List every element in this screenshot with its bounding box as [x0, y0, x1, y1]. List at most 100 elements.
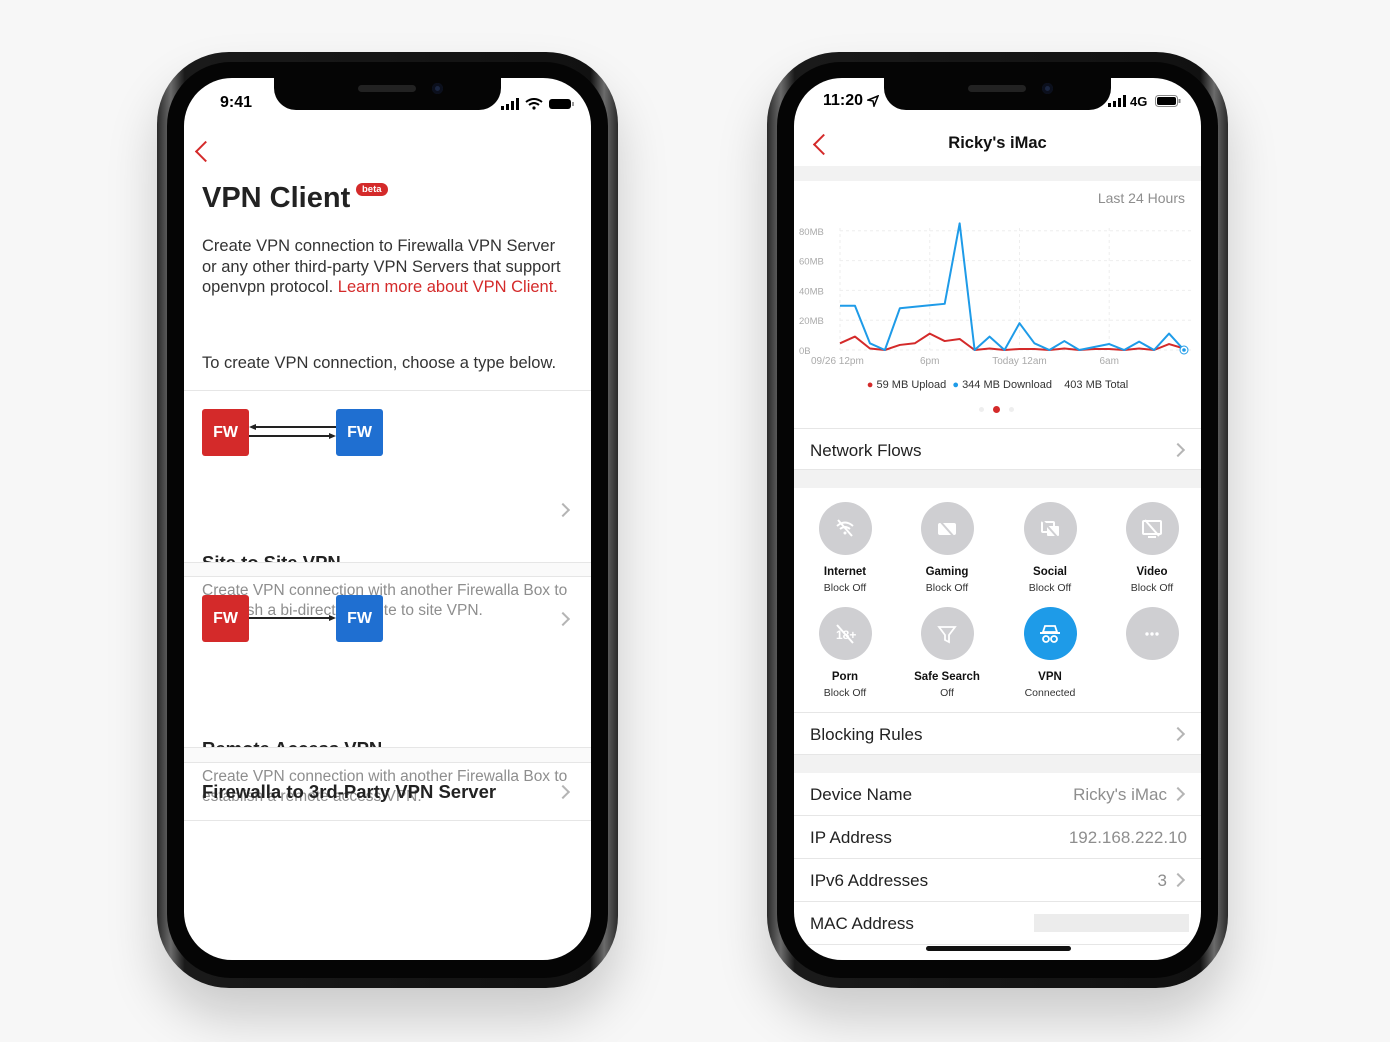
tile-status: Block Off: [823, 582, 867, 594]
y-tick-label: 20MB: [799, 316, 824, 327]
download-dot-icon: ●: [952, 379, 959, 391]
tile-icon: [1023, 502, 1077, 555]
status-icons: [501, 98, 574, 110]
upload-dot-icon: ●: [866, 379, 874, 391]
chevron-right-icon: [555, 784, 571, 800]
right-phone-frame: 11:20 4G Ricky's iMac Last 24 Hours 0B 20…: [767, 52, 1228, 988]
tile-icon: [818, 502, 872, 555]
tile-video[interactable]: Video Block Off: [1102, 502, 1201, 594]
description: Create VPN connection to Firewalla VPN S…: [202, 236, 572, 298]
chevron-right-icon: [1170, 786, 1186, 802]
tile-title: Gaming: [925, 566, 969, 578]
tile-icon: [920, 607, 974, 660]
y-tick-label: 60MB: [799, 257, 824, 268]
tile-status: Block Off: [925, 582, 969, 594]
row-value: Ricky's iMac: [1073, 785, 1167, 804]
series-line-download: [840, 222, 1185, 351]
gaming-off-icon: [938, 518, 956, 539]
blocking-rules-row[interactable]: Blocking Rules: [794, 712, 1201, 755]
tile-internet[interactable]: Internet Block Off: [795, 502, 895, 594]
tile-title: Safe Search: [914, 671, 980, 683]
row-label: Blocking Rules: [810, 725, 923, 744]
current-point-dot: [1182, 348, 1186, 352]
fw-box-red: FW: [202, 409, 249, 456]
tile-status: Block Off: [1130, 582, 1174, 594]
tile-status: Off: [940, 687, 954, 699]
row-label: IP Address: [810, 828, 892, 847]
row-label: IPv6 Addresses: [810, 871, 929, 890]
mac-address-row: MAC Address: [794, 902, 1201, 945]
tile-title: Video: [1136, 566, 1168, 578]
chart-legend: ● 59 MB Upload ● 344 MB Download 403 MB …: [794, 379, 1201, 391]
tile-icon: 18+: [818, 607, 872, 660]
y-tick-label: 80MB: [799, 227, 824, 238]
chevron-right-icon: [555, 611, 571, 627]
chevron-right-icon: [555, 502, 571, 518]
status-time: 11:20: [823, 92, 864, 109]
y-tick-label: 0B: [799, 346, 811, 357]
back-button[interactable]: [194, 140, 217, 163]
bidirectional-arrow-icon: [249, 424, 336, 439]
status-time: 9:41: [220, 94, 253, 111]
tile-title: VPN: [1038, 671, 1062, 683]
row-label: Device Name: [810, 785, 913, 804]
battery-icon: [1155, 95, 1181, 107]
tile-icon: [920, 502, 974, 555]
page-title: Ricky's iMac: [948, 134, 1047, 152]
x-tick-label: Today 12am: [992, 356, 1046, 367]
fw-box-red: FW: [202, 595, 249, 642]
site-to-site-option[interactable]: FW FW Site to Site VPN Create VPN connec…: [184, 391, 591, 619]
ipv6-row[interactable]: IPv6 Addresses 3: [794, 859, 1201, 902]
internet-off-icon: [836, 518, 854, 537]
porn-off-icon: 18+: [836, 623, 856, 644]
notch: [884, 78, 1111, 110]
tile-status: Connected: [1024, 687, 1076, 699]
fw-box-blue: FW: [336, 595, 383, 642]
left-phone-frame: 9:41 VPN Client beta Create VPN connecti…: [157, 52, 618, 988]
tile-gaming[interactable]: Gaming Block Off: [897, 502, 997, 594]
device-screen: 11:20 4G Ricky's iMac Last 24 Hours 0B 20…: [794, 78, 1201, 960]
fw-box-blue: FW: [336, 409, 383, 456]
learn-more-link[interactable]: Learn more about VPN Client.: [338, 278, 558, 296]
tile-title: Porn: [831, 671, 859, 683]
third-party-option[interactable]: Firewalla to 3rd-Party VPN Server: [184, 763, 591, 821]
chevron-right-icon: [1170, 726, 1186, 742]
row-label: Network Flows: [810, 441, 922, 460]
row-value: 3: [1157, 871, 1167, 890]
x-tick-label: 09/26 12pm: [811, 356, 864, 367]
remote-access-option[interactable]: FW FW Remote Access VPN Create VPN conne…: [184, 577, 591, 805]
tile-vpn[interactable]: VPN Connected: [1000, 607, 1100, 699]
home-indicator[interactable]: [926, 946, 1071, 951]
tile-icon: [1023, 607, 1077, 660]
arrow-right-icon: [249, 615, 336, 621]
page-title: VPN Client: [202, 182, 351, 214]
notch: [274, 78, 501, 110]
more-icon: [1145, 631, 1159, 636]
signal-icon: [1108, 95, 1126, 107]
y-tick-label: 40MB: [799, 286, 824, 297]
mac-redacted: [1034, 914, 1189, 932]
location-arrow-icon: [867, 95, 879, 107]
ip-address-row: IP Address 192.168.222.10: [794, 816, 1201, 859]
row-value: 192.168.222.10: [1068, 828, 1187, 847]
chevron-right-icon: [1170, 872, 1186, 888]
legend-upload: 59 MB Upload: [876, 379, 947, 391]
traffic-chart[interactable]: 0B 20MB 40MB 60MB 80MB 09/26 12pm 6pm Today 12a…: [794, 218, 1201, 378]
social-off-icon: [1041, 518, 1059, 539]
tile-social[interactable]: Social Block Off: [1000, 502, 1100, 594]
tile-status: Block Off: [823, 687, 867, 699]
tile-porn[interactable]: 18+ Porn Block Off: [795, 607, 895, 699]
video-off-icon: [1142, 518, 1162, 538]
option-title: Firewalla to 3rd-Party VPN Server: [202, 781, 497, 802]
beta-badge: beta: [356, 183, 388, 196]
legend-download: 344 MB Download: [962, 379, 1052, 391]
chevron-right-icon: [1170, 442, 1186, 458]
tile-status: Block Off: [1028, 582, 1072, 594]
tile-icon: [1125, 502, 1179, 555]
tile-title: Social: [1033, 566, 1067, 578]
network-flows-row[interactable]: Network Flows: [794, 428, 1201, 470]
page-indicator[interactable]: [979, 406, 1014, 413]
device-name-row[interactable]: Device Name Ricky's iMac: [794, 773, 1201, 816]
tile-more[interactable]: [1102, 607, 1201, 671]
tile-safe-search[interactable]: Safe Search Off: [897, 607, 997, 699]
